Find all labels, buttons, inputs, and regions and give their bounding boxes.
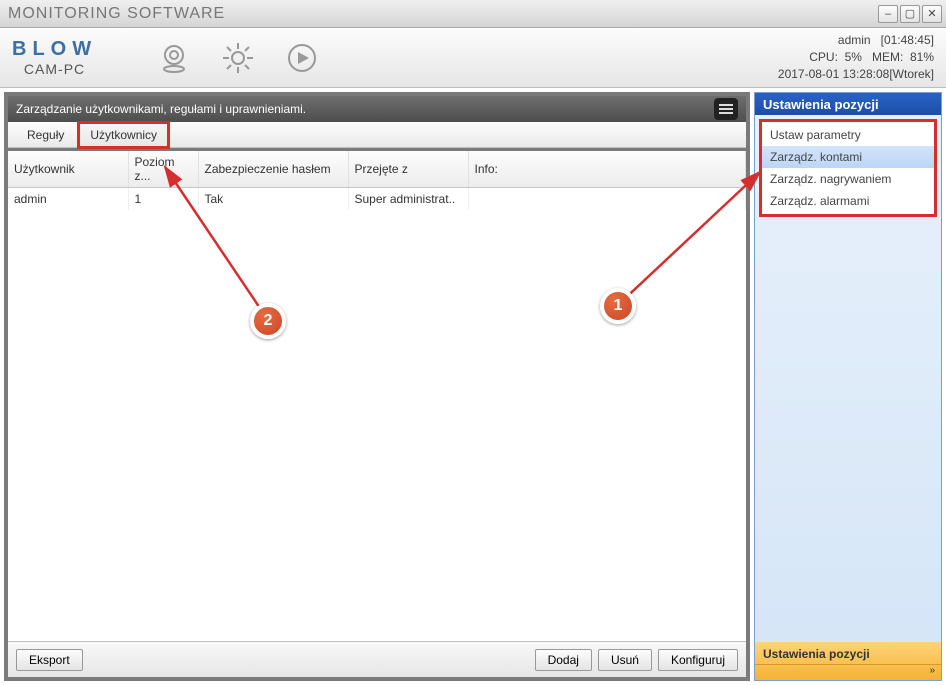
users-table: Użytkownik Poziom z... Zabezpieczenie ha… bbox=[8, 151, 746, 210]
right-item-alarms[interactable]: Zarządz. alarmami bbox=[762, 190, 934, 212]
table-row[interactable]: admin 1 Tak Super administrat.. bbox=[8, 188, 746, 211]
table-header-row: Użytkownik Poziom z... Zabezpieczenie ha… bbox=[8, 151, 746, 188]
remove-button[interactable]: Usuń bbox=[598, 649, 652, 671]
right-pane: Ustawienia pozycji Ustaw parametry Zarzą… bbox=[754, 92, 942, 681]
status-block: admin [01:48:45] CPU: 5% MEM: 81% 2017-0… bbox=[778, 32, 934, 82]
titlebar: MONITORING SOFTWARE – ▢ ✕ bbox=[0, 0, 946, 28]
mem-label: MEM: bbox=[872, 50, 903, 64]
logo-block: BLOW CAM-PC bbox=[12, 38, 97, 77]
cell-user: admin bbox=[8, 188, 128, 211]
app-title: MONITORING SOFTWARE bbox=[8, 5, 876, 23]
logo-subtitle: CAM-PC bbox=[24, 61, 85, 77]
main: Zarządzanie użytkownikami, regułami i up… bbox=[0, 88, 946, 685]
annotation-bubble-1: 1 bbox=[600, 288, 636, 324]
logo: BLOW bbox=[12, 38, 97, 61]
pane-header: Zarządzanie użytkownikami, regułami i up… bbox=[8, 96, 746, 122]
cpu-value: 5% bbox=[845, 50, 862, 64]
header-icons bbox=[157, 41, 319, 75]
maximize-button[interactable]: ▢ bbox=[900, 5, 920, 23]
users-table-wrapper: Użytkownik Poziom z... Zabezpieczenie ha… bbox=[8, 151, 746, 641]
cell-info bbox=[468, 188, 746, 211]
status-datetime: 2017-08-01 13:28:08[Wtorek] bbox=[778, 66, 934, 83]
expand-arrow-icon[interactable]: » bbox=[755, 665, 941, 678]
close-button[interactable]: ✕ bbox=[922, 5, 942, 23]
right-footer-label[interactable]: Ustawienia pozycji bbox=[755, 644, 941, 665]
add-button[interactable]: Dodaj bbox=[535, 649, 592, 671]
export-button[interactable]: Eksport bbox=[16, 649, 83, 671]
annotation-bubble-2: 2 bbox=[250, 303, 286, 339]
left-pane: Zarządzanie użytkownikami, regułami i up… bbox=[4, 92, 750, 681]
col-user[interactable]: Użytkownik bbox=[8, 151, 128, 188]
pane-menu-icon[interactable] bbox=[714, 98, 738, 120]
gear-icon[interactable] bbox=[221, 41, 255, 75]
play-icon[interactable] bbox=[285, 41, 319, 75]
right-panel-title: Ustawienia pozycji bbox=[755, 93, 941, 115]
col-accepted-from[interactable]: Przejęte z bbox=[348, 151, 468, 188]
right-list: Ustaw parametry Zarządz. kontami Zarządz… bbox=[761, 121, 935, 215]
col-info[interactable]: Info: bbox=[468, 151, 746, 188]
configure-button[interactable]: Konfiguruj bbox=[658, 649, 738, 671]
right-item-accounts[interactable]: Zarządz. kontami bbox=[762, 146, 934, 168]
tabs: Reguły Użytkownicy bbox=[8, 122, 746, 148]
right-item-recording[interactable]: Zarządz. nagrywaniem bbox=[762, 168, 934, 190]
tab-users[interactable]: Użytkownicy bbox=[79, 123, 168, 147]
header: BLOW CAM-PC admin [01:48:45] CPU: 5% MEM… bbox=[0, 28, 946, 88]
col-pwprotect[interactable]: Zabezpieczenie hasłem bbox=[198, 151, 348, 188]
cell-accepted-from: Super administrat.. bbox=[348, 188, 468, 211]
col-level[interactable]: Poziom z... bbox=[128, 151, 198, 188]
cell-pwprotect: Tak bbox=[198, 188, 348, 211]
status-uptime: [01:48:45] bbox=[881, 33, 934, 47]
right-item-params[interactable]: Ustaw parametry bbox=[762, 124, 934, 146]
camera-icon[interactable] bbox=[157, 41, 191, 75]
tab-rules[interactable]: Reguły bbox=[16, 123, 75, 147]
footer-bar: Eksport Dodaj Usuń Konfiguruj bbox=[8, 641, 746, 677]
cell-level: 1 bbox=[128, 188, 198, 211]
mem-value: 81% bbox=[910, 50, 934, 64]
cpu-label: CPU: bbox=[809, 50, 838, 64]
status-user: admin bbox=[838, 33, 871, 47]
minimize-button[interactable]: – bbox=[878, 5, 898, 23]
pane-title: Zarządzanie użytkownikami, regułami i up… bbox=[16, 102, 306, 116]
right-footer: Ustawienia pozycji » bbox=[755, 642, 941, 680]
